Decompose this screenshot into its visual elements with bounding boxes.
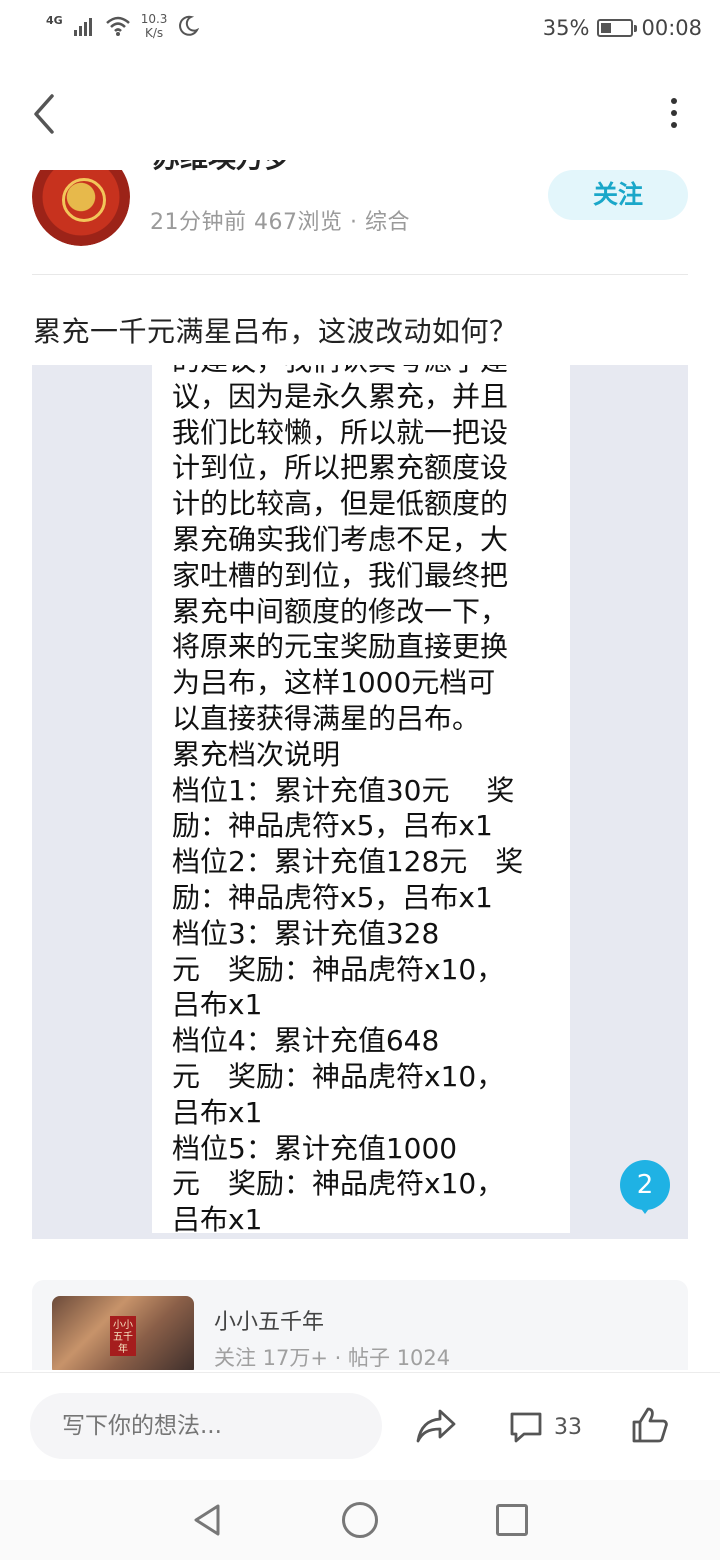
image-count-badge[interactable]: 2 bbox=[620, 1160, 670, 1214]
image-text-line: 家吐槽的到位，我们最终把 bbox=[172, 558, 509, 592]
image-text-line: 累充确实我们考虑不足，大 bbox=[172, 522, 509, 556]
topic-meta: 关注 17万+ · 帖子 1024 bbox=[214, 1346, 451, 1370]
more-options-button[interactable] bbox=[664, 98, 684, 132]
image-text-line: 元 奖励：神品虎符x10， bbox=[172, 952, 505, 986]
comment-input[interactable] bbox=[30, 1393, 382, 1459]
emblem-icon bbox=[32, 170, 130, 246]
topic-thumbnail: 小小五千年 bbox=[52, 1296, 194, 1370]
battery-icon bbox=[597, 19, 638, 37]
image-text-line: 的建议，我们认真考虑了建 bbox=[172, 365, 552, 379]
image-text-line: 档位2：累计充值128元 奖 bbox=[172, 845, 524, 879]
image-text-line: 元 奖励：神品虎符x10， bbox=[172, 1167, 505, 1201]
nav-back-icon[interactable] bbox=[190, 1502, 226, 1538]
image-text-line: 将原来的元宝奖励直接更换 bbox=[172, 630, 509, 664]
more-dot-icon bbox=[671, 98, 677, 104]
battery-percent: 35% bbox=[542, 16, 590, 40]
image-text: 的建议，我们认真考虑了建议，因为是永久累充，并且我们比较懒，所以就一把设计到位，… bbox=[172, 365, 552, 1233]
wifi-icon bbox=[105, 16, 130, 36]
nav-home-icon[interactable] bbox=[342, 1502, 378, 1538]
follow-button[interactable]: 关注 bbox=[548, 170, 688, 220]
signal-icon bbox=[73, 18, 92, 36]
post-meta: 21分钟前 467浏览 · 综合 bbox=[150, 210, 410, 235]
image-text-line: 吕布x1 bbox=[172, 1203, 263, 1233]
more-dot-icon bbox=[671, 110, 677, 116]
image-text-line: 吕布x1 bbox=[172, 1095, 263, 1129]
network-speed: 10.3 K/s bbox=[141, 12, 168, 40]
status-right: 35% 00:08 bbox=[543, 16, 702, 40]
system-nav-bar bbox=[0, 1480, 720, 1560]
image-text-line: 计到位，所以把累充额度设 bbox=[172, 451, 509, 485]
topic-seal: 小小五千年 bbox=[110, 1316, 136, 1356]
status-left: 4G 10.3 K/s bbox=[46, 12, 200, 40]
comment-icon bbox=[510, 1412, 542, 1443]
image-text-line: 议，因为是永久累充，并且 bbox=[172, 379, 509, 413]
status-bar: 4G 10.3 K/s 35% 00:08 bbox=[0, 0, 720, 60]
image-text-line: 以直接获得满星的吕布。 bbox=[172, 701, 481, 735]
image-document: 的建议，我们认真考虑了建议，因为是永久累充，并且我们比较懒，所以就一把设计到位，… bbox=[152, 365, 570, 1233]
comment-count: 33 bbox=[554, 1414, 582, 1440]
image-text-line: 为吕布，这样1000元档可 bbox=[172, 666, 496, 700]
image-text-line: 我们比较懒，所以就一把设 bbox=[172, 415, 509, 449]
image-text-line: 元 奖励：神品虎符x10， bbox=[172, 1059, 505, 1093]
image-text-line: 累充中间额度的修改一下， bbox=[172, 594, 509, 628]
post-title: 累充一千元满星吕布，这波改动如何？ bbox=[33, 315, 518, 348]
more-dot-icon bbox=[671, 122, 677, 128]
top-nav bbox=[0, 80, 720, 150]
divider bbox=[32, 274, 688, 275]
image-text-line: 吕布x1 bbox=[172, 988, 263, 1022]
moon-icon bbox=[179, 15, 200, 36]
image-text-line: 累充档次说明 bbox=[172, 737, 341, 771]
like-icon[interactable] bbox=[630, 1405, 670, 1445]
clock: 00:08 bbox=[641, 16, 702, 40]
post-image[interactable]: 的建议，我们认真考虑了建议，因为是永久累充，并且我们比较懒，所以就一把设计到位，… bbox=[32, 365, 688, 1239]
share-icon[interactable] bbox=[414, 1407, 458, 1445]
network-type: 4G bbox=[46, 13, 63, 27]
speed-unit: K/s bbox=[144, 26, 164, 40]
image-text-line: 励：神品虎符x5，吕布x1 bbox=[172, 809, 493, 843]
speed-value: 10.3 bbox=[140, 12, 168, 26]
nav-recent-icon[interactable] bbox=[496, 1504, 528, 1536]
comment-button[interactable]: 33 bbox=[508, 1407, 582, 1447]
topic-name: 小小五千年 bbox=[214, 1310, 325, 1335]
back-button[interactable] bbox=[26, 92, 66, 136]
image-text-line: 档位3：累计充值328 bbox=[172, 916, 440, 950]
image-text-line: 档位5：累计充值1000 bbox=[172, 1131, 458, 1165]
image-text-line: 励：神品虎符x5，吕布x1 bbox=[172, 880, 493, 914]
image-text-line: 计的比较高，但是低额度的 bbox=[172, 487, 509, 521]
author-row: 苏维埃万岁 21分钟前 467浏览 · 综合 关注 bbox=[0, 150, 720, 270]
image-text-line: 档位1：累计充值30元 奖 bbox=[172, 773, 515, 807]
image-text-line: 档位4：累计充值648 bbox=[172, 1024, 440, 1058]
author-name[interactable]: 苏维埃万岁 bbox=[152, 160, 292, 178]
topic-card[interactable]: 小小五千年 小小五千年 关注 17万+ · 帖子 1024 bbox=[32, 1280, 688, 1370]
avatar[interactable] bbox=[32, 170, 130, 246]
bottom-action-bar: 33 bbox=[0, 1372, 720, 1480]
